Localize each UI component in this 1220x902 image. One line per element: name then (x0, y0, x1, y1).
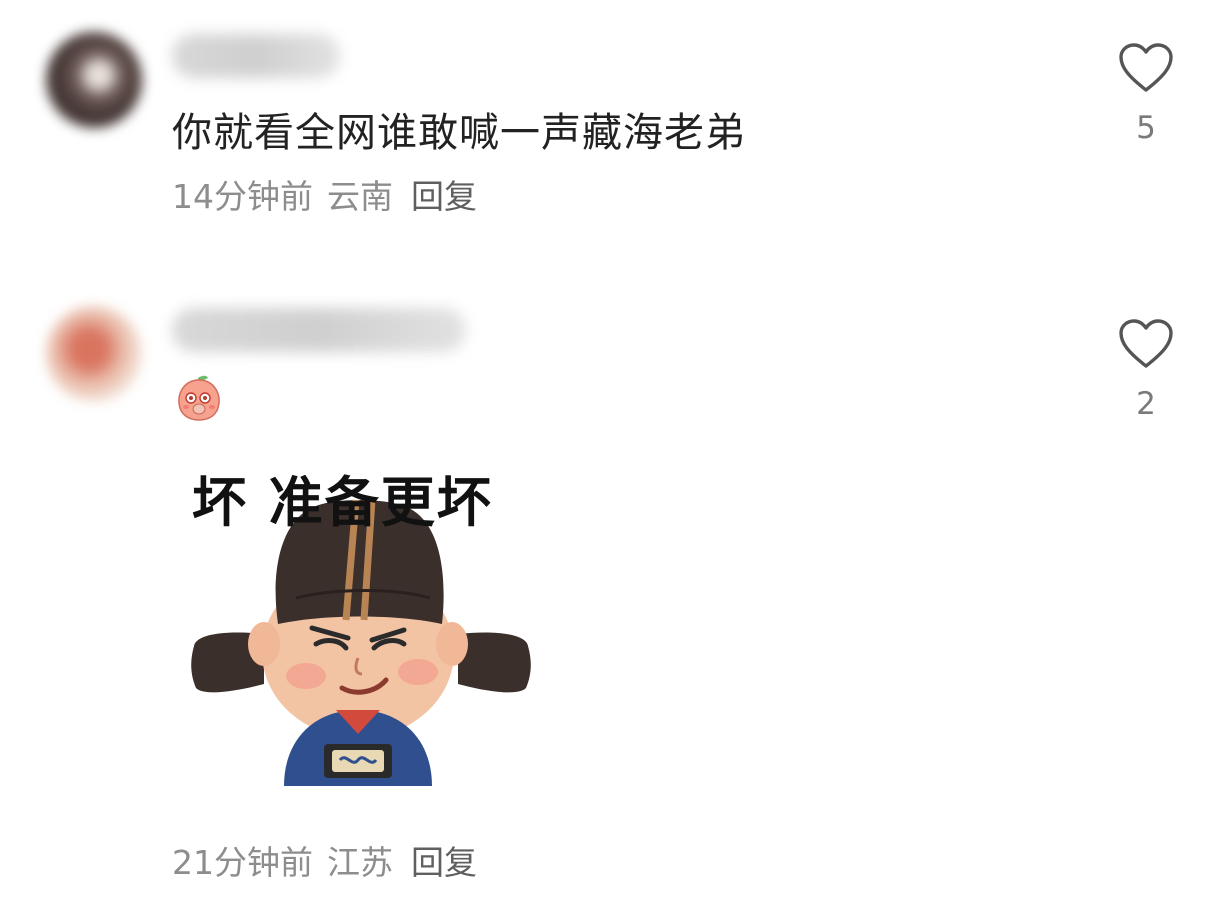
comment-time: 21分钟前 (172, 843, 313, 882)
comment-time: 14分钟前 (172, 177, 313, 216)
comment-text: 你就看全网谁敢喊一声藏海老弟 (172, 110, 746, 156)
comment-location: 江苏 (327, 843, 393, 882)
avatar[interactable] (46, 32, 142, 128)
reply-button[interactable]: 回复 (411, 836, 477, 884)
comment-meta: 14分钟前 云南 回复 (172, 170, 477, 218)
avatar[interactable] (46, 306, 142, 402)
sticker-caption: 坏 准备更坏 (192, 471, 493, 534)
heart-icon (1119, 319, 1173, 368)
comment-location: 云南 (327, 177, 393, 216)
like-count: 2 (1136, 386, 1156, 422)
like-count: 5 (1136, 110, 1156, 146)
reply-button[interactable]: 回复 (411, 170, 477, 218)
comments-feed: 你就看全网谁敢喊一声藏海老弟 14分钟前 云南 回复 5 坏 准备更坏 21分钟… (0, 0, 1220, 902)
heart-icon (1119, 43, 1173, 92)
like-button[interactable]: 2 (1111, 318, 1181, 422)
comment-meta: 21分钟前 江苏 回复 (172, 836, 477, 884)
peach-shy-emoji (176, 374, 222, 426)
sticker-image[interactable]: 坏 准备更坏 (186, 448, 536, 788)
username-blurred[interactable] (172, 34, 340, 78)
username-blurred[interactable] (172, 308, 466, 352)
like-button[interactable]: 5 (1111, 42, 1181, 146)
